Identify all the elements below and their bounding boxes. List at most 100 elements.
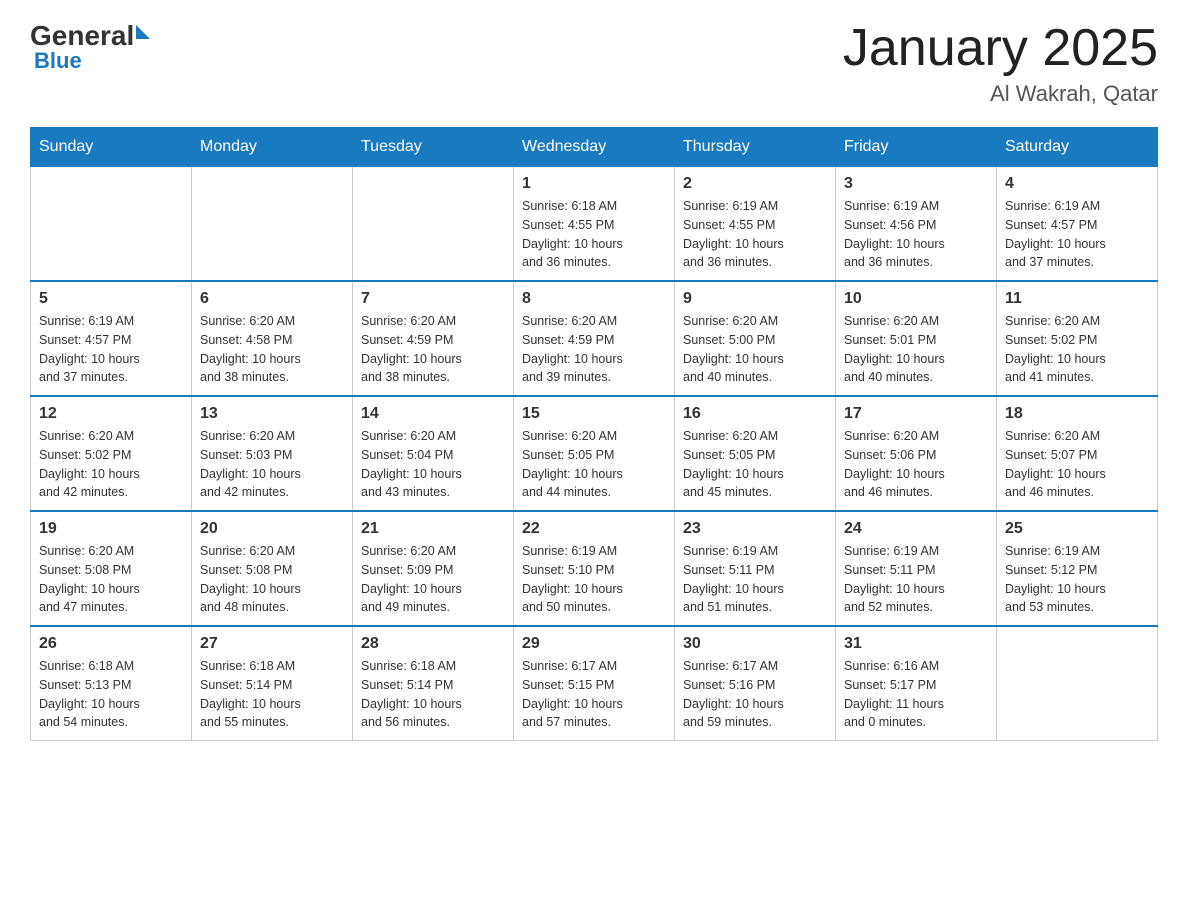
header-monday: Monday <box>192 128 353 167</box>
calendar-day-8: 8Sunrise: 6:20 AM Sunset: 4:59 PM Daylig… <box>514 281 675 396</box>
day-number: 9 <box>683 290 827 308</box>
day-number: 4 <box>1005 175 1149 193</box>
calendar-table: SundayMondayTuesdayWednesdayThursdayFrid… <box>30 127 1158 741</box>
day-number: 22 <box>522 520 666 538</box>
day-number: 30 <box>683 635 827 653</box>
day-info: Sunrise: 6:19 AM Sunset: 4:57 PM Dayligh… <box>39 312 183 387</box>
header-thursday: Thursday <box>675 128 836 167</box>
header-saturday: Saturday <box>997 128 1158 167</box>
title-section: January 2025 Al Wakrah, Qatar <box>843 20 1158 107</box>
calendar-week-row: 5 Sunrise: 6:19 AM Sunset: 4:57 PM Daylig… <box>31 281 1158 396</box>
location-title: Al Wakrah, Qatar <box>843 81 1158 107</box>
calendar-day-17: 17Sunrise: 6:20 AM Sunset: 5:06 PM Dayli… <box>836 396 997 511</box>
calendar-day-5: 5 Sunrise: 6:19 AM Sunset: 4:57 PM Daylig… <box>31 281 192 396</box>
day-info: Sunrise: 6:20 AM Sunset: 5:08 PM Dayligh… <box>200 542 344 617</box>
day-number: 20 <box>200 520 344 538</box>
logo-blue-text: Blue <box>34 48 82 74</box>
day-number: 15 <box>522 405 666 423</box>
page-header: General Blue January 2025 Al Wakrah, Qat… <box>30 20 1158 107</box>
day-info: Sunrise: 6:20 AM Sunset: 5:08 PM Dayligh… <box>39 542 183 617</box>
calendar-day-25: 25 Sunrise: 6:19 AM Sunset: 5:12 PM Dayli… <box>997 511 1158 626</box>
calendar-day-9: 9 Sunrise: 6:20 AM Sunset: 5:00 PM Daylig… <box>675 281 836 396</box>
calendar-day-3: 3 Sunrise: 6:19 AM Sunset: 4:56 PM Daylig… <box>836 167 997 282</box>
day-number: 28 <box>361 635 505 653</box>
calendar-day-31: 31 Sunrise: 6:16 AM Sunset: 5:17 PM Dayli… <box>836 626 997 741</box>
day-number: 10 <box>844 290 988 308</box>
day-info: Sunrise: 6:20 AM Sunset: 5:07 PM Dayligh… <box>1005 427 1149 502</box>
day-number: 8 <box>522 290 666 308</box>
day-number: 6 <box>200 290 344 308</box>
calendar-day-empty <box>31 167 192 282</box>
header-wednesday: Wednesday <box>514 128 675 167</box>
calendar-day-12: 12Sunrise: 6:20 AM Sunset: 5:02 PM Dayli… <box>31 396 192 511</box>
day-info: Sunrise: 6:18 AM Sunset: 4:55 PM Dayligh… <box>522 197 666 272</box>
day-info: Sunrise: 6:20 AM Sunset: 5:05 PM Dayligh… <box>522 427 666 502</box>
calendar-day-11: 11 Sunrise: 6:20 AM Sunset: 5:02 PM Dayli… <box>997 281 1158 396</box>
day-info: Sunrise: 6:20 AM Sunset: 5:05 PM Dayligh… <box>683 427 827 502</box>
calendar-day-26: 26Sunrise: 6:18 AM Sunset: 5:13 PM Dayli… <box>31 626 192 741</box>
day-info: Sunrise: 6:20 AM Sunset: 5:04 PM Dayligh… <box>361 427 505 502</box>
day-info: Sunrise: 6:19 AM Sunset: 5:12 PM Dayligh… <box>1005 542 1149 617</box>
calendar-day-16: 16 Sunrise: 6:20 AM Sunset: 5:05 PM Dayli… <box>675 396 836 511</box>
day-number: 26 <box>39 635 183 653</box>
calendar-header-row: SundayMondayTuesdayWednesdayThursdayFrid… <box>31 128 1158 167</box>
calendar-week-row: 12Sunrise: 6:20 AM Sunset: 5:02 PM Dayli… <box>31 396 1158 511</box>
day-number: 3 <box>844 175 988 193</box>
day-info: Sunrise: 6:20 AM Sunset: 5:06 PM Dayligh… <box>844 427 988 502</box>
day-info: Sunrise: 6:18 AM Sunset: 5:14 PM Dayligh… <box>200 657 344 732</box>
day-number: 21 <box>361 520 505 538</box>
calendar-day-27: 27 Sunrise: 6:18 AM Sunset: 5:14 PM Dayli… <box>192 626 353 741</box>
header-tuesday: Tuesday <box>353 128 514 167</box>
day-number: 11 <box>1005 290 1149 308</box>
day-number: 25 <box>1005 520 1149 538</box>
day-info: Sunrise: 6:20 AM Sunset: 5:00 PM Dayligh… <box>683 312 827 387</box>
calendar-day-21: 21Sunrise: 6:20 AM Sunset: 5:09 PM Dayli… <box>353 511 514 626</box>
month-title: January 2025 <box>843 20 1158 77</box>
calendar-week-row: 19 Sunrise: 6:20 AM Sunset: 5:08 PM Dayli… <box>31 511 1158 626</box>
calendar-day-19: 19 Sunrise: 6:20 AM Sunset: 5:08 PM Dayli… <box>31 511 192 626</box>
day-number: 16 <box>683 405 827 423</box>
day-number: 19 <box>39 520 183 538</box>
day-number: 23 <box>683 520 827 538</box>
day-number: 24 <box>844 520 988 538</box>
day-info: Sunrise: 6:20 AM Sunset: 5:03 PM Dayligh… <box>200 427 344 502</box>
day-number: 5 <box>39 290 183 308</box>
day-info: Sunrise: 6:19 AM Sunset: 4:56 PM Dayligh… <box>844 197 988 272</box>
day-info: Sunrise: 6:19 AM Sunset: 5:11 PM Dayligh… <box>844 542 988 617</box>
calendar-week-row: 1Sunrise: 6:18 AM Sunset: 4:55 PM Daylig… <box>31 167 1158 282</box>
calendar-day-15: 15 Sunrise: 6:20 AM Sunset: 5:05 PM Dayli… <box>514 396 675 511</box>
calendar-day-28: 28 Sunrise: 6:18 AM Sunset: 5:14 PM Dayli… <box>353 626 514 741</box>
calendar-day-18: 18 Sunrise: 6:20 AM Sunset: 5:07 PM Dayli… <box>997 396 1158 511</box>
day-info: Sunrise: 6:19 AM Sunset: 5:11 PM Dayligh… <box>683 542 827 617</box>
calendar-day-10: 10Sunrise: 6:20 AM Sunset: 5:01 PM Dayli… <box>836 281 997 396</box>
header-friday: Friday <box>836 128 997 167</box>
day-info: Sunrise: 6:17 AM Sunset: 5:15 PM Dayligh… <box>522 657 666 732</box>
day-info: Sunrise: 6:19 AM Sunset: 4:55 PM Dayligh… <box>683 197 827 272</box>
day-info: Sunrise: 6:18 AM Sunset: 5:14 PM Dayligh… <box>361 657 505 732</box>
calendar-day-30: 30 Sunrise: 6:17 AM Sunset: 5:16 PM Dayli… <box>675 626 836 741</box>
day-number: 18 <box>1005 405 1149 423</box>
day-info: Sunrise: 6:20 AM Sunset: 5:02 PM Dayligh… <box>1005 312 1149 387</box>
day-number: 31 <box>844 635 988 653</box>
calendar-day-23: 23 Sunrise: 6:19 AM Sunset: 5:11 PM Dayli… <box>675 511 836 626</box>
calendar-day-22: 22 Sunrise: 6:19 AM Sunset: 5:10 PM Dayli… <box>514 511 675 626</box>
calendar-day-2: 2 Sunrise: 6:19 AM Sunset: 4:55 PM Daylig… <box>675 167 836 282</box>
calendar-day-14: 14 Sunrise: 6:20 AM Sunset: 5:04 PM Dayli… <box>353 396 514 511</box>
calendar-day-empty <box>353 167 514 282</box>
day-info: Sunrise: 6:16 AM Sunset: 5:17 PM Dayligh… <box>844 657 988 732</box>
day-number: 7 <box>361 290 505 308</box>
calendar-day-24: 24 Sunrise: 6:19 AM Sunset: 5:11 PM Dayli… <box>836 511 997 626</box>
day-info: Sunrise: 6:20 AM Sunset: 5:02 PM Dayligh… <box>39 427 183 502</box>
day-number: 27 <box>200 635 344 653</box>
day-number: 14 <box>361 405 505 423</box>
calendar-week-row: 26Sunrise: 6:18 AM Sunset: 5:13 PM Dayli… <box>31 626 1158 741</box>
day-info: Sunrise: 6:19 AM Sunset: 5:10 PM Dayligh… <box>522 542 666 617</box>
day-number: 13 <box>200 405 344 423</box>
calendar-day-29: 29 Sunrise: 6:17 AM Sunset: 5:15 PM Dayli… <box>514 626 675 741</box>
day-info: Sunrise: 6:17 AM Sunset: 5:16 PM Dayligh… <box>683 657 827 732</box>
day-number: 29 <box>522 635 666 653</box>
calendar-day-6: 6Sunrise: 6:20 AM Sunset: 4:58 PM Daylig… <box>192 281 353 396</box>
calendar-day-7: 7Sunrise: 6:20 AM Sunset: 4:59 PM Daylig… <box>353 281 514 396</box>
day-number: 2 <box>683 175 827 193</box>
header-sunday: Sunday <box>31 128 192 167</box>
